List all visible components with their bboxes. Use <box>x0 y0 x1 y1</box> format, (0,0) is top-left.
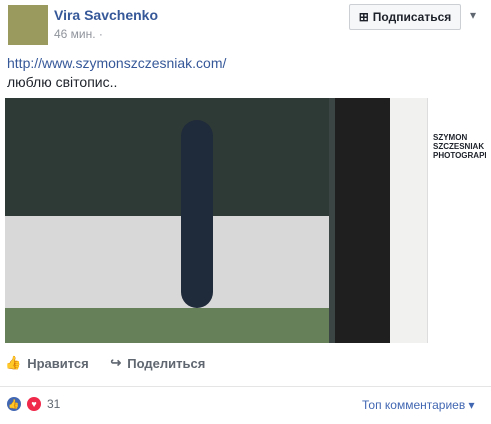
post-link[interactable]: http://www.szymonszczesniak.com/ <box>7 55 226 71</box>
concrete-wall <box>5 216 329 308</box>
subscribe-label: Подписаться <box>372 10 452 24</box>
subscribe-button[interactable]: ⊞ Подписаться <box>349 4 461 30</box>
like-reaction-icon: 👍 <box>7 397 21 411</box>
share-icon: ↪ <box>110 355 122 370</box>
book-left-page <box>335 98 390 343</box>
book-title: SZYMON SZCZESNIAK PHOTOGRAPHY <box>433 133 486 160</box>
share-button[interactable]: ↪ Поделиться <box>110 355 205 371</box>
post-image[interactable]: SZYMON SZCZESNIAK PHOTOGRAPHY <box>5 98 486 343</box>
divider <box>0 386 491 387</box>
reactions[interactable]: 👍 ♥ 31 <box>7 397 60 411</box>
post-actions: 👍 Нравится ↪ Поделиться <box>5 355 223 371</box>
avatar[interactable] <box>8 5 48 45</box>
comment-sort-dropdown[interactable]: Топ комментариев ▾ <box>362 398 475 412</box>
like-button[interactable]: 👍 Нравится <box>5 355 89 371</box>
post-text: люблю світопис.. <box>7 74 118 90</box>
love-reaction-icon: ♥ <box>27 397 41 411</box>
share-label: Поделиться <box>127 355 206 371</box>
like-label: Нравится <box>27 355 89 371</box>
reaction-count: 31 <box>47 397 61 411</box>
author-name[interactable]: Vira Savchenko <box>54 7 158 23</box>
chevron-down-icon[interactable]: ▾ <box>470 8 476 22</box>
subscribe-icon: ⊞ <box>358 10 369 24</box>
thumbs-up-icon: 👍 <box>5 355 22 370</box>
grass-ground <box>5 308 329 343</box>
post-time[interactable]: 46 мин. · <box>54 27 103 41</box>
person-figure <box>181 120 213 308</box>
